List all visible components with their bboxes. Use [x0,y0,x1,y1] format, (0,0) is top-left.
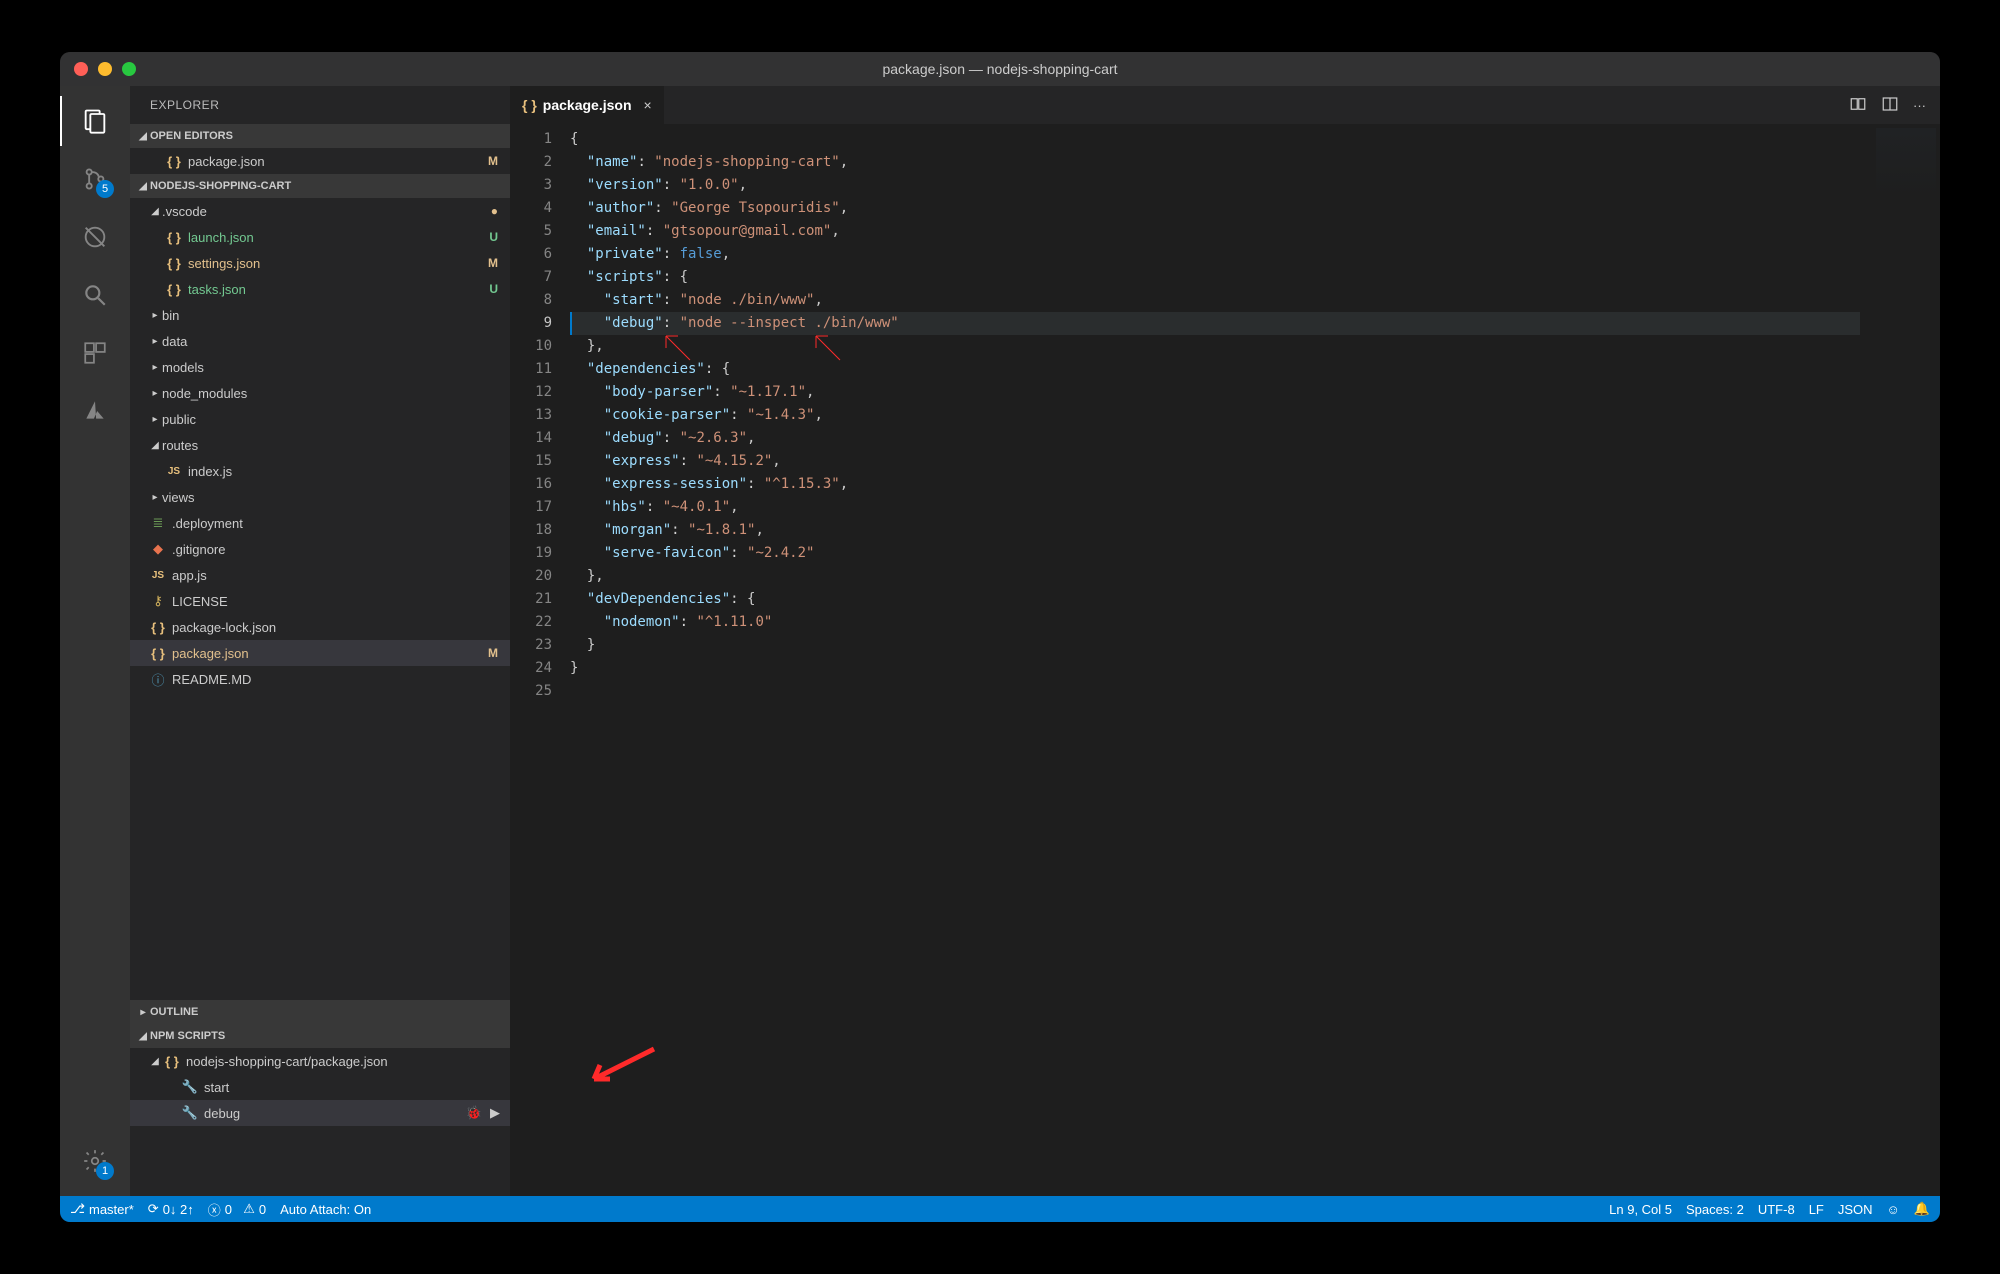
status-encoding[interactable]: UTF-8 [1758,1201,1795,1217]
section-npm-scripts[interactable]: ◢NPM SCRIPTS [130,1024,510,1048]
close-tab-icon[interactable]: × [644,97,652,113]
file-row[interactable]: ⚷LICENSE [130,588,510,614]
sidebar-title: EXPLORER [130,86,510,124]
file-row[interactable]: { }settings.jsonM [130,250,510,276]
editor-body[interactable]: 1234567891011121314151617181920212223242… [510,124,1940,1196]
status-eol[interactable]: LF [1809,1201,1824,1217]
json-icon: { } [522,97,537,113]
main-body: 5 1 EXPLORER ◢OPEN EDITORS [60,86,1940,1196]
npm-package-row[interactable]: ◢ { } nodejs-shopping-cart/package.json [130,1048,510,1074]
editor-area: { } package.json × ··· 12345678910111213… [510,86,1940,1196]
json-icon: { } [164,154,184,169]
activity-azure-icon[interactable] [70,386,120,436]
file-row[interactable]: ◆.gitignore [130,536,510,562]
window-title: package.json — nodejs-shopping-cart [60,61,1940,77]
maximize-window-button[interactable] [122,62,136,76]
folder-row[interactable]: ◢.vscode● [130,198,510,224]
folder-row[interactable]: ◢routes [130,432,510,458]
file-tree: ◢.vscode●{ }launch.jsonU{ }settings.json… [130,198,510,692]
status-auto-attach[interactable]: Auto Attach: On [280,1202,371,1217]
folder-row[interactable]: ▸models [130,354,510,380]
folder-row[interactable]: ▸node_modules [130,380,510,406]
vscode-window: package.json — nodejs-shopping-cart 5 [60,52,1940,1222]
run-script-icon[interactable]: ▶ [490,1105,500,1121]
status-sync[interactable]: ⟳ 0↓ 2↑ [148,1201,194,1217]
titlebar: package.json — nodejs-shopping-cart [60,52,1940,86]
section-outline[interactable]: ▸OUTLINE [130,1000,510,1024]
git-status-badge: M [488,154,510,168]
folder-row[interactable]: ▸bin [130,302,510,328]
activity-extensions-icon[interactable] [70,328,120,378]
status-bar: ⎇ master* ⟳ 0↓ 2↑ ⓧ 0 ⚠ 0 Auto Attach: O… [60,1196,1940,1222]
tab-package-json[interactable]: { } package.json × [510,86,665,124]
activity-debug-icon[interactable] [70,212,120,262]
file-row[interactable]: { }package-lock.json [130,614,510,640]
line-gutter: 1234567891011121314151617181920212223242… [510,124,570,1196]
split-editor-icon[interactable] [1881,95,1899,116]
section-open-editors[interactable]: ◢OPEN EDITORS [130,124,510,148]
scm-badge: 5 [96,180,114,198]
npm-script-start[interactable]: 🔧 start [130,1074,510,1100]
file-row[interactable]: JSindex.js [130,458,510,484]
open-editor-item[interactable]: { } package.json M [130,148,510,174]
minimap[interactable] [1860,124,1940,1196]
wrench-icon: 🔧 [180,1079,200,1095]
settings-gear-icon[interactable]: 1 [70,1136,120,1186]
settings-badge: 1 [96,1162,114,1180]
close-window-button[interactable] [74,62,88,76]
json-icon: { } [162,1054,182,1069]
status-spaces[interactable]: Spaces: 2 [1686,1201,1744,1217]
status-bell-icon[interactable]: 🔔 [1914,1201,1930,1217]
editor-tabs: { } package.json × ··· [510,86,1940,124]
activity-search-icon[interactable] [70,270,120,320]
folder-row[interactable]: ▸views [130,484,510,510]
status-feedback-icon[interactable]: ☺ [1887,1201,1900,1217]
sidebar: EXPLORER ◢OPEN EDITORS { } package.json … [130,86,510,1196]
section-workspace[interactable]: ◢NODEJS-SHOPPING-CART [130,174,510,198]
file-row[interactable]: JSapp.js [130,562,510,588]
code-content[interactable]: { "name": "nodejs-shopping-cart", "versi… [570,124,1860,1196]
more-actions-icon[interactable]: ··· [1913,98,1926,113]
file-row[interactable]: { }tasks.jsonU [130,276,510,302]
status-language[interactable]: JSON [1838,1201,1873,1217]
activity-scm-icon[interactable]: 5 [70,154,120,204]
file-row[interactable]: ⓘREADME.MD [130,666,510,692]
debug-script-icon[interactable]: 🐞 [466,1105,482,1121]
window-controls [60,62,136,76]
status-ln-col[interactable]: Ln 9, Col 5 [1609,1201,1672,1217]
compare-changes-icon[interactable] [1849,95,1867,116]
file-row[interactable]: { }launch.jsonU [130,224,510,250]
minimize-window-button[interactable] [98,62,112,76]
npm-scripts-tree: ◢ { } nodejs-shopping-cart/package.json … [130,1048,510,1126]
file-row[interactable]: { }package.jsonM [130,640,510,666]
npm-script-debug[interactable]: 🔧 debug 🐞 ▶ [130,1100,510,1126]
folder-row[interactable]: ▸data [130,328,510,354]
activity-explorer-icon[interactable] [70,96,120,146]
status-branch[interactable]: ⎇ master* [70,1201,134,1217]
folder-row[interactable]: ▸public [130,406,510,432]
open-editors-list: { } package.json M [130,148,510,174]
activity-bar: 5 1 [60,86,130,1196]
status-problems[interactable]: ⓧ 0 ⚠ 0 [208,1200,266,1219]
file-row[interactable]: ≣.deployment [130,510,510,536]
wrench-icon: 🔧 [180,1105,200,1121]
